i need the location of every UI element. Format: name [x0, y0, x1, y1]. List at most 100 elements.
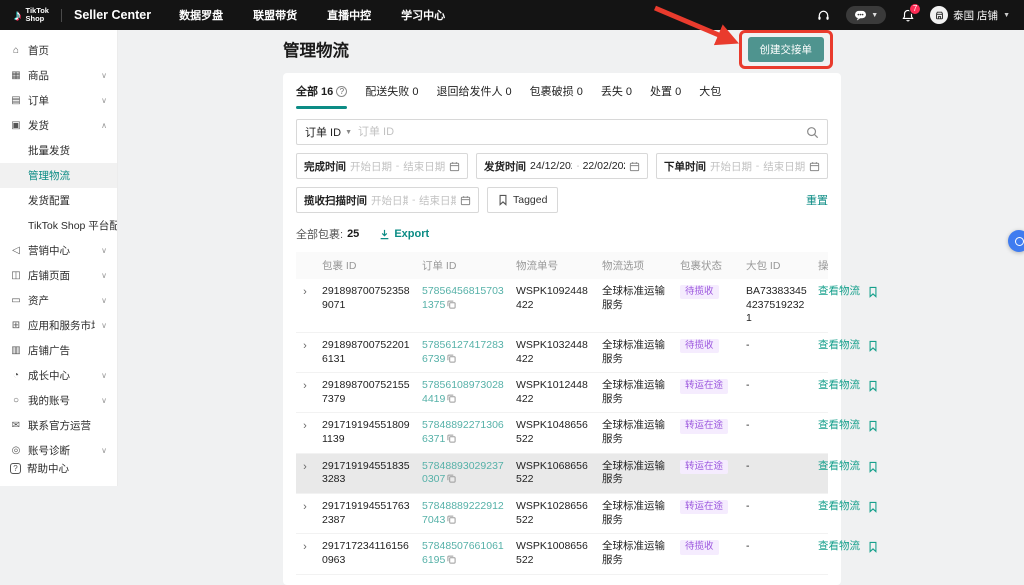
- table-row[interactable]: ›2918987007521557379578561089730284419WS…: [296, 373, 828, 413]
- sidebar-subitem[interactable]: 批量发货: [0, 138, 117, 163]
- order-id-link[interactable]: 578561274172836739: [422, 339, 504, 365]
- sidebar-item-contact-official[interactable]: ✉联系官方运营: [0, 413, 117, 438]
- table-row[interactable]: ›2917172341161560963578485076610616195WS…: [296, 534, 828, 574]
- copy-icon[interactable]: [447, 354, 456, 363]
- sidebar-item-app-service-market[interactable]: ⊞应用和服务市场∨: [0, 313, 117, 338]
- sidebar-item-shop-pages[interactable]: ◫店铺页面∨: [0, 263, 117, 288]
- logistics-card: 全部 16? 配送失败 0 退回给发件人 0 包裹破损 0 丢失 0 处置 0 大包 订单 …: [283, 73, 841, 585]
- expand-row-icon[interactable]: ›: [296, 540, 314, 554]
- tabs: 全部 16? 配送失败 0 退回给发件人 0 包裹破损 0 丢失 0 处置 0 大包: [296, 83, 828, 109]
- shipping-option: 全球标准运输服务: [600, 460, 672, 487]
- package-id: 2918987007521557379: [320, 379, 414, 406]
- order-id-link[interactable]: 578485076610616195: [422, 540, 504, 566]
- topbar-nav-item[interactable]: 直播中控: [327, 7, 371, 23]
- tab-big-package[interactable]: 大包: [699, 83, 721, 99]
- sidebar-item-products[interactable]: ▦商品∨: [0, 63, 117, 88]
- tagged-filter-button[interactable]: Tagged: [487, 187, 558, 213]
- sidebar-item-shop-ads[interactable]: ▥店铺广告: [0, 338, 117, 363]
- order-id-link[interactable]: 578561089730284419: [422, 379, 504, 405]
- big-package-id: -: [744, 540, 810, 554]
- table-row[interactable]: ›2917191945518091139578488922713066371WS…: [296, 413, 828, 453]
- view-logistics-link[interactable]: 查看物流: [818, 460, 860, 474]
- date-filter-order-time[interactable]: 下单时间开始日期-结束日期: [656, 153, 828, 179]
- bookmark-icon[interactable]: [868, 380, 878, 392]
- bookmark-icon[interactable]: [868, 286, 878, 298]
- bookmark-icon[interactable]: [868, 461, 878, 473]
- sidebar-item-help-center[interactable]: ? 帮助中心: [10, 461, 69, 476]
- view-logistics-link[interactable]: 查看物流: [818, 339, 860, 353]
- sidebar-item-account-diagnosis[interactable]: ◎账号诊断∨: [0, 438, 117, 463]
- copy-icon[interactable]: [447, 434, 456, 443]
- tab-returned-to-sender[interactable]: 退回给发件人 0: [436, 83, 511, 99]
- headset-support-icon[interactable]: [816, 8, 831, 23]
- date-filter-pickup-scan-time[interactable]: 揽收扫描时间开始日期-结束日期: [296, 187, 479, 213]
- view-logistics-link[interactable]: 查看物流: [818, 379, 860, 393]
- copy-icon[interactable]: [447, 555, 456, 564]
- tab-package-damaged[interactable]: 包裹破损 0: [530, 83, 583, 99]
- copy-icon[interactable]: [447, 515, 456, 524]
- seller-center-link[interactable]: Seller Center: [74, 8, 151, 22]
- sidebar-item-marketing-center[interactable]: ◁营销中心∨: [0, 238, 117, 263]
- tab-disposed[interactable]: 处置 0: [650, 83, 681, 99]
- account-menu[interactable]: 泰国 店铺 ▼: [930, 6, 1010, 24]
- reset-filters-button[interactable]: 重置: [806, 192, 828, 208]
- sidebar-item-assets[interactable]: ▭资产∨: [0, 288, 117, 313]
- copy-icon[interactable]: [447, 394, 456, 403]
- date-filter-shipping-time[interactable]: 发货时间24/12/2023 17:-22/02/2024 17:: [476, 153, 648, 179]
- expand-row-icon[interactable]: ›: [296, 285, 314, 299]
- order-id-link[interactable]: 578488922713066371: [422, 419, 504, 445]
- view-logistics-link[interactable]: 查看物流: [818, 419, 860, 433]
- order-id-link[interactable]: 578488930292370307: [422, 460, 504, 486]
- bookmark-icon[interactable]: [868, 501, 878, 513]
- sidebar-subitem[interactable]: TikTok Shop 平台配送: [0, 213, 117, 238]
- floating-helper-widget[interactable]: [1008, 230, 1024, 252]
- copy-icon[interactable]: [447, 300, 456, 309]
- expand-row-icon[interactable]: ›: [296, 419, 314, 433]
- messages-button[interactable]: ▼: [846, 6, 886, 24]
- sidebar-item-home[interactable]: ⌂首页: [0, 38, 117, 63]
- table-row[interactable]: ›2918987007523589071578564568157031375WS…: [296, 279, 828, 333]
- search-icon[interactable]: [806, 126, 819, 139]
- order-id-link[interactable]: 578564568157031375: [422, 285, 504, 311]
- date-filters-row-2: 揽收扫描时间开始日期-结束日期 Tagged 重置: [296, 187, 828, 213]
- view-logistics-link[interactable]: 查看物流: [818, 285, 860, 299]
- expand-row-icon[interactable]: ›: [296, 379, 314, 393]
- chevron-up-icon: ∧: [101, 121, 107, 130]
- topbar-nav-item[interactable]: 联盟带货: [253, 7, 297, 23]
- bookmark-icon[interactable]: [868, 420, 878, 432]
- topbar-nav-item[interactable]: 学习中心: [401, 7, 445, 23]
- create-handover-button[interactable]: 创建交接单: [748, 37, 825, 62]
- table-row[interactable]: ›2917191945517632387578488892229127043WS…: [296, 494, 828, 534]
- tab-lost[interactable]: 丢失 0: [601, 83, 632, 99]
- bookmark-icon[interactable]: [868, 541, 878, 553]
- tab-all[interactable]: 全部 16?: [296, 83, 347, 99]
- table-row[interactable]: ›2917191945518353283578488930292370307WS…: [296, 454, 828, 494]
- sidebar-item-my-account[interactable]: ○我的账号∨: [0, 388, 117, 413]
- search-input[interactable]: [358, 126, 800, 138]
- column-header: 包裹状态: [678, 258, 738, 273]
- sidebar-subitem[interactable]: 发货配置: [0, 188, 117, 213]
- expand-row-icon[interactable]: ›: [296, 460, 314, 474]
- order-id-link[interactable]: 578488892229127043: [422, 500, 504, 526]
- bookmark-icon[interactable]: [868, 340, 878, 352]
- status-badge: 待揽收: [680, 540, 719, 554]
- sidebar-item-orders[interactable]: ▤订单∨: [0, 88, 117, 113]
- date-filter-completion-time[interactable]: 完成时间开始日期-结束日期: [296, 153, 468, 179]
- order-search-bar[interactable]: 订单 ID ▼: [296, 119, 828, 145]
- expand-row-icon[interactable]: ›: [296, 500, 314, 514]
- tab-delivery-failed[interactable]: 配送失败 0: [365, 83, 418, 99]
- expand-row-icon[interactable]: ›: [296, 339, 314, 353]
- sidebar-subitem[interactable]: 管理物流: [0, 163, 117, 188]
- sidebar-item-growth-center[interactable]: ◔成长中心∨: [0, 363, 117, 388]
- sidebar-item-shipping[interactable]: ▣发货∧: [0, 113, 117, 138]
- search-type-select[interactable]: 订单 ID ▼: [305, 124, 352, 140]
- notifications-button[interactable]: 7: [901, 8, 915, 23]
- view-logistics-link[interactable]: 查看物流: [818, 500, 860, 514]
- package-id: 2917172341161560963: [320, 540, 414, 567]
- view-logistics-link[interactable]: 查看物流: [818, 540, 860, 554]
- table-row[interactable]: ›2918987007522016131578561274172836739WS…: [296, 333, 828, 373]
- copy-icon[interactable]: [447, 474, 456, 483]
- export-button[interactable]: Export: [379, 228, 429, 240]
- topbar-nav-item[interactable]: 数据罗盘: [179, 7, 223, 23]
- tiktok-shop-logo[interactable]: ♪ TikTok Shop: [14, 7, 49, 23]
